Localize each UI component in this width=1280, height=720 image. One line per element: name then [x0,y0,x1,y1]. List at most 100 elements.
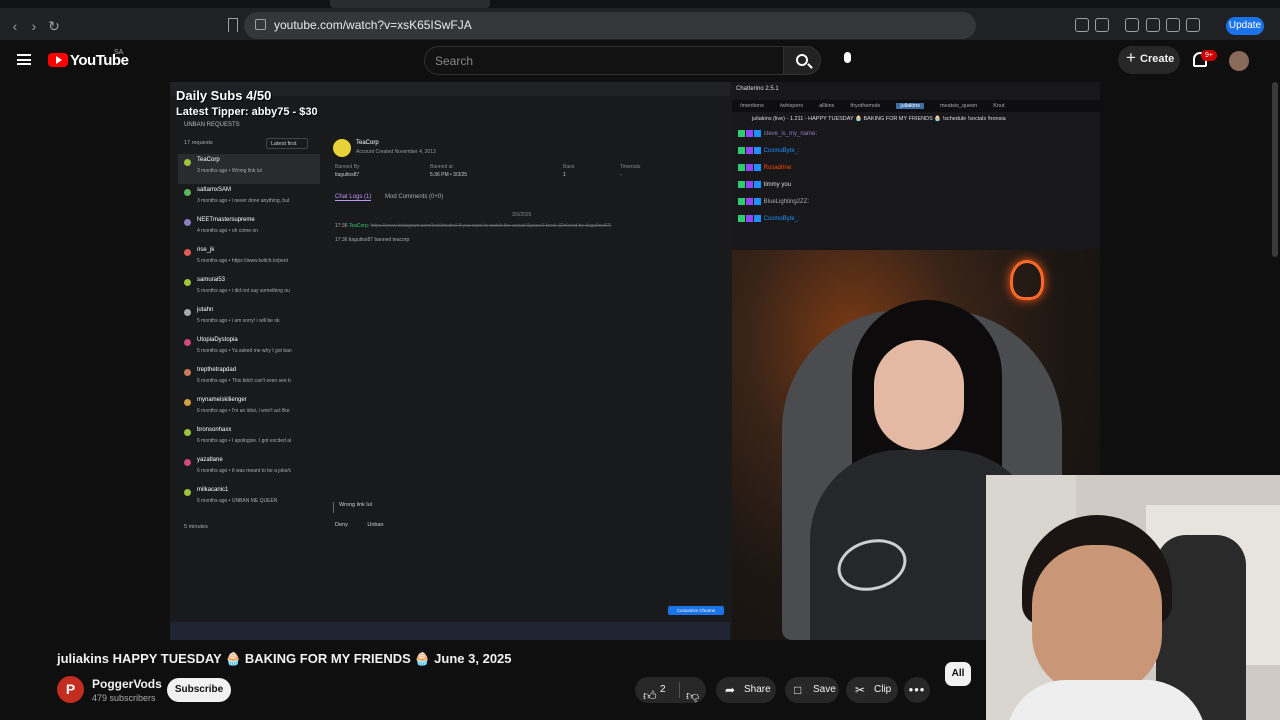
media-icon[interactable] [1125,18,1139,32]
list-item: NEETmastersupreme 4 months ago • oh come … [178,214,320,244]
more-icon[interactable]: ••• [904,677,930,703]
chat-tab: /whispers [779,103,804,109]
chat-tab: /mentions [740,103,764,109]
user-badge-icon [184,429,191,436]
bookmark-icon: □ [794,683,802,697]
list-item: UtopiaDystopia 5 months ago • Ya asked me… [178,334,320,364]
list-item: jutahn 5 months ago • i am sorry! i will … [178,304,320,334]
request-username: mynameiskilienger [197,397,247,403]
chip-all[interactable]: All [945,662,971,686]
subscribe-button[interactable]: Subscribe [167,678,231,702]
unban-button: Unban [367,522,384,528]
deny-button: Deny [335,522,348,528]
log-date: 3/3/2025 [512,212,532,218]
url-text: youtube.com/watch?v=xsK65ISwFJA [274,18,472,32]
request-actions: Deny Unban [335,522,402,528]
channel-name[interactable]: PoggerVods [92,677,162,691]
tab-strip [0,0,1280,8]
search-button[interactable] [783,46,821,75]
youtube-logo-icon[interactable] [48,53,68,67]
chat-badge-icon [746,164,753,171]
chat-log-line: 17:36 TeaCorp: https://www.instagram.com… [335,223,612,229]
list-item: milkacanic1 6 months ago • UNBAN ME QUEEN [178,484,320,514]
request-username: rise_jk [197,247,215,253]
chat-channel-header: juliakins (live) - 1.211 - HAPPY TUESDAY… [752,116,1006,122]
chat-username: BlueLighting2ZZ: [763,199,810,206]
request-message: 4 months ago • oh come on [197,228,258,234]
chat-messages: steve_is_my_name: CosmoByte_: Rosadrine:… [738,130,817,232]
chat-username: steve_is_my_name: [763,131,818,138]
list-item: TeaCorp 3 months ago • Wrong link lul [178,154,320,184]
request-message: 5 months ago • Ya asked me why I got ban [197,348,292,354]
user-badge-icon [184,399,191,406]
request-username: trepthetrapdad [197,367,237,373]
list-item: trepthetrapdad 6 months ago • This bitch … [178,364,320,394]
request-list: TeaCorp 3 months ago • Wrong link lul satt… [178,154,320,524]
chat-tab: allkins [819,103,835,109]
reload-icon[interactable]: ↻ [44,16,64,36]
request-username: yazatlane [197,457,223,463]
screen-taskbar [170,622,730,640]
thumbs-up-icon[interactable]: 👍︎ [643,683,657,709]
chat-app-title: Chatterino 2.5.1 [736,86,779,92]
chat-text: timmy you [763,182,792,189]
extension-icon[interactable] [1075,18,1089,32]
user-badge-icon [184,279,191,286]
stat-timeouts: Timeouts - [620,164,641,178]
browser-toolbar: ‹ › ↻ youtube.com/watch?v=xsK65ISwFJA Up… [0,0,1280,40]
avatar[interactable] [1229,51,1249,71]
like-count[interactable]: 2 [660,677,666,703]
mic-icon[interactable] [838,46,857,75]
save-button[interactable]: □ Save [785,677,839,703]
back-icon[interactable]: ‹ [5,16,25,36]
reply-text: Wrong link lul [333,502,713,513]
chat-message: timmy you [738,181,817,198]
clip-button[interactable]: ✂ Clip [846,677,898,703]
time-left: 5 minutes [184,524,208,530]
page-scrollbar[interactable] [1272,82,1278,257]
thumbs-down-icon[interactable]: 👎︎ [686,683,699,709]
active-tab[interactable] [330,0,490,8]
stat-banned-at: Banned at 5:36 PM • 3/3/25 [430,164,468,178]
menu-icon[interactable] [17,54,31,65]
request-username: TeaCorp [197,157,220,163]
chat-username: Rosadrine: [763,165,793,172]
video-player[interactable]: Daily Subs 4/50 Latest Tipper: abby75 - … [170,82,1100,640]
share-button[interactable]: ➦ Share [716,677,776,703]
request-message: 3 months ago • i never done anything, bu… [197,198,290,204]
create-button[interactable]: Create [1118,46,1180,74]
list-item: samurai53 5 months ago • i did not say so… [178,274,320,304]
channel-avatar[interactable]: P [57,676,84,703]
chat-message: CosmoByte_: [738,215,817,232]
stream-chat-window: Chatterino 2.5.1 /mentions/whispers allki… [732,82,1100,250]
scissors-icon: ✂ [855,683,866,697]
search-input[interactable]: Search [424,46,784,75]
chat-badge-icon [738,198,745,205]
request-username: milkacanic1 [197,487,229,493]
create-label: Create [1140,53,1175,65]
tab-mod-comments: Mod Comments (0+0) [385,194,444,200]
streamer-face [874,340,964,450]
user-badge-icon [184,309,191,316]
like-dislike-group: 👍︎ 2 👎︎ [635,677,706,703]
forward-icon[interactable]: › [24,16,44,36]
extension-icon[interactable] [1095,18,1109,32]
profile-icon[interactable] [1186,18,1200,32]
site-info-icon[interactable] [255,19,266,30]
chat-badge-icon [738,147,745,154]
chat-badge-icon [738,181,745,188]
address-bar[interactable]: youtube.com/watch?v=xsK65ISwFJA [244,12,976,39]
chat-badge-icon [738,130,745,137]
user-badge-icon [184,159,191,166]
sidepanel-icon[interactable] [1146,18,1160,32]
request-message: 5 months ago • i am sorry! i will be ok [197,318,280,324]
chat-log-line: 17:36 tiagultos87 banned teacorp [335,237,410,243]
update-button[interactable]: Update [1226,17,1264,35]
detail-avatar [333,139,351,157]
request-username: NEETmastersupreme [197,217,255,223]
customize-chrome-button: Customize Chrome [668,606,724,615]
chat-badge-icon [754,181,761,188]
detail-created: Account Created November 4, 2013 [356,149,436,155]
extensions-icon[interactable] [1166,18,1180,32]
bookmark-page-icon[interactable] [228,18,238,32]
